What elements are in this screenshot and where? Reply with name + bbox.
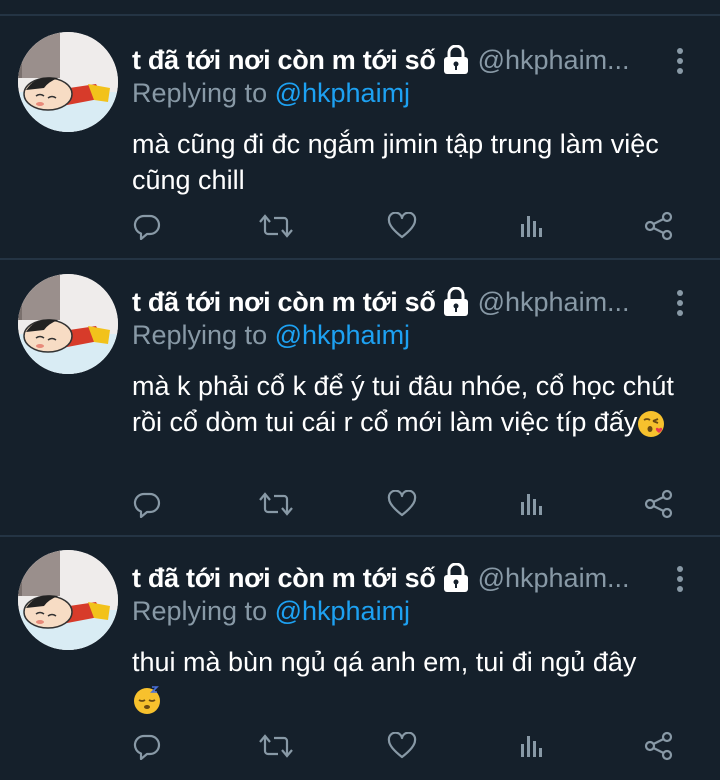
replying-to: Replying to @hkphaimj [132,320,410,351]
avatar[interactable] [18,550,118,650]
reply-icon[interactable] [129,728,165,764]
reply-handle-link[interactable]: @hkphaimj [275,320,410,350]
analytics-icon[interactable] [513,208,549,244]
avatar[interactable] [18,274,118,374]
sleepy-face-emoji [132,685,162,715]
retweet-icon[interactable] [258,728,294,764]
replying-to: Replying to @hkphaimj [132,596,410,627]
tweet-actions [0,486,720,526]
display-name[interactable]: t đã tới nơi còn m tới số [132,287,436,318]
user-handle[interactable]: @hkphaim... [478,287,662,318]
lock-icon [442,44,470,75]
lock-icon [442,286,470,317]
retweet-icon[interactable] [258,208,294,244]
tweet-header: t đã tới nơi còn m tới số @hkphaim... [132,42,662,78]
tweet-header: t đã tới nơi còn m tới số @hkphaim... [132,560,662,596]
reply-prefix: Replying to [132,78,275,108]
face-blowing-kiss-emoji [637,409,667,439]
tweet-text-body: thui mà bùn ngủ qá anh em, tui đi ngủ đâ… [132,647,637,677]
tweet-actions [0,728,720,768]
reply-handle-link[interactable]: @hkphaimj [275,78,410,108]
more-vertical-icon[interactable] [672,46,688,76]
tweet-text: mà k phải cổ k để ý tui đâu nhóe, cổ học… [132,368,692,440]
tweet-actions [0,208,720,248]
more-vertical-icon[interactable] [672,288,688,318]
tweet-divider [0,535,720,537]
tweet-text-body: mà cũng đi đc ngắm jimin tập trung làm v… [132,129,659,195]
share-icon[interactable] [641,486,677,522]
heart-icon[interactable] [384,728,420,764]
tweet[interactable]: t đã tới nơi còn m tới số @hkphaim... Re… [0,32,720,254]
tweet-text: mà cũng đi đc ngắm jimin tập trung làm v… [132,126,692,198]
tweet-text-body: mà k phải cổ k để ý tui đâu nhóe, cổ học… [132,371,674,437]
reply-icon[interactable] [129,208,165,244]
tweet-header: t đã tới nơi còn m tới số @hkphaim... [132,284,662,320]
display-name[interactable]: t đã tới nơi còn m tới số [132,563,436,594]
analytics-icon[interactable] [513,486,549,522]
heart-icon[interactable] [384,208,420,244]
user-handle[interactable]: @hkphaim... [478,563,662,594]
replying-to: Replying to @hkphaimj [132,78,410,109]
heart-icon[interactable] [384,486,420,522]
reply-prefix: Replying to [132,320,275,350]
tweet-divider [0,14,720,16]
lock-icon [442,562,470,593]
reply-icon[interactable] [129,486,165,522]
reply-handle-link[interactable]: @hkphaimj [275,596,410,626]
share-icon[interactable] [641,208,677,244]
share-icon[interactable] [641,728,677,764]
display-name[interactable]: t đã tới nơi còn m tới số [132,45,436,76]
tweet-divider [0,258,720,260]
more-vertical-icon[interactable] [672,564,688,594]
tweet[interactable]: t đã tới nơi còn m tới số @hkphaim... Re… [0,274,720,530]
tweet-text: thui mà bùn ngủ qá anh em, tui đi ngủ đâ… [132,644,692,716]
avatar[interactable] [18,32,118,132]
reply-prefix: Replying to [132,596,275,626]
user-handle[interactable]: @hkphaim... [478,45,662,76]
timeline: t đã tới nơi còn m tới số @hkphaim... Re… [0,0,720,780]
analytics-icon[interactable] [513,728,549,764]
retweet-icon[interactable] [258,486,294,522]
tweet[interactable]: t đã tới nơi còn m tới số @hkphaim... Re… [0,550,720,780]
